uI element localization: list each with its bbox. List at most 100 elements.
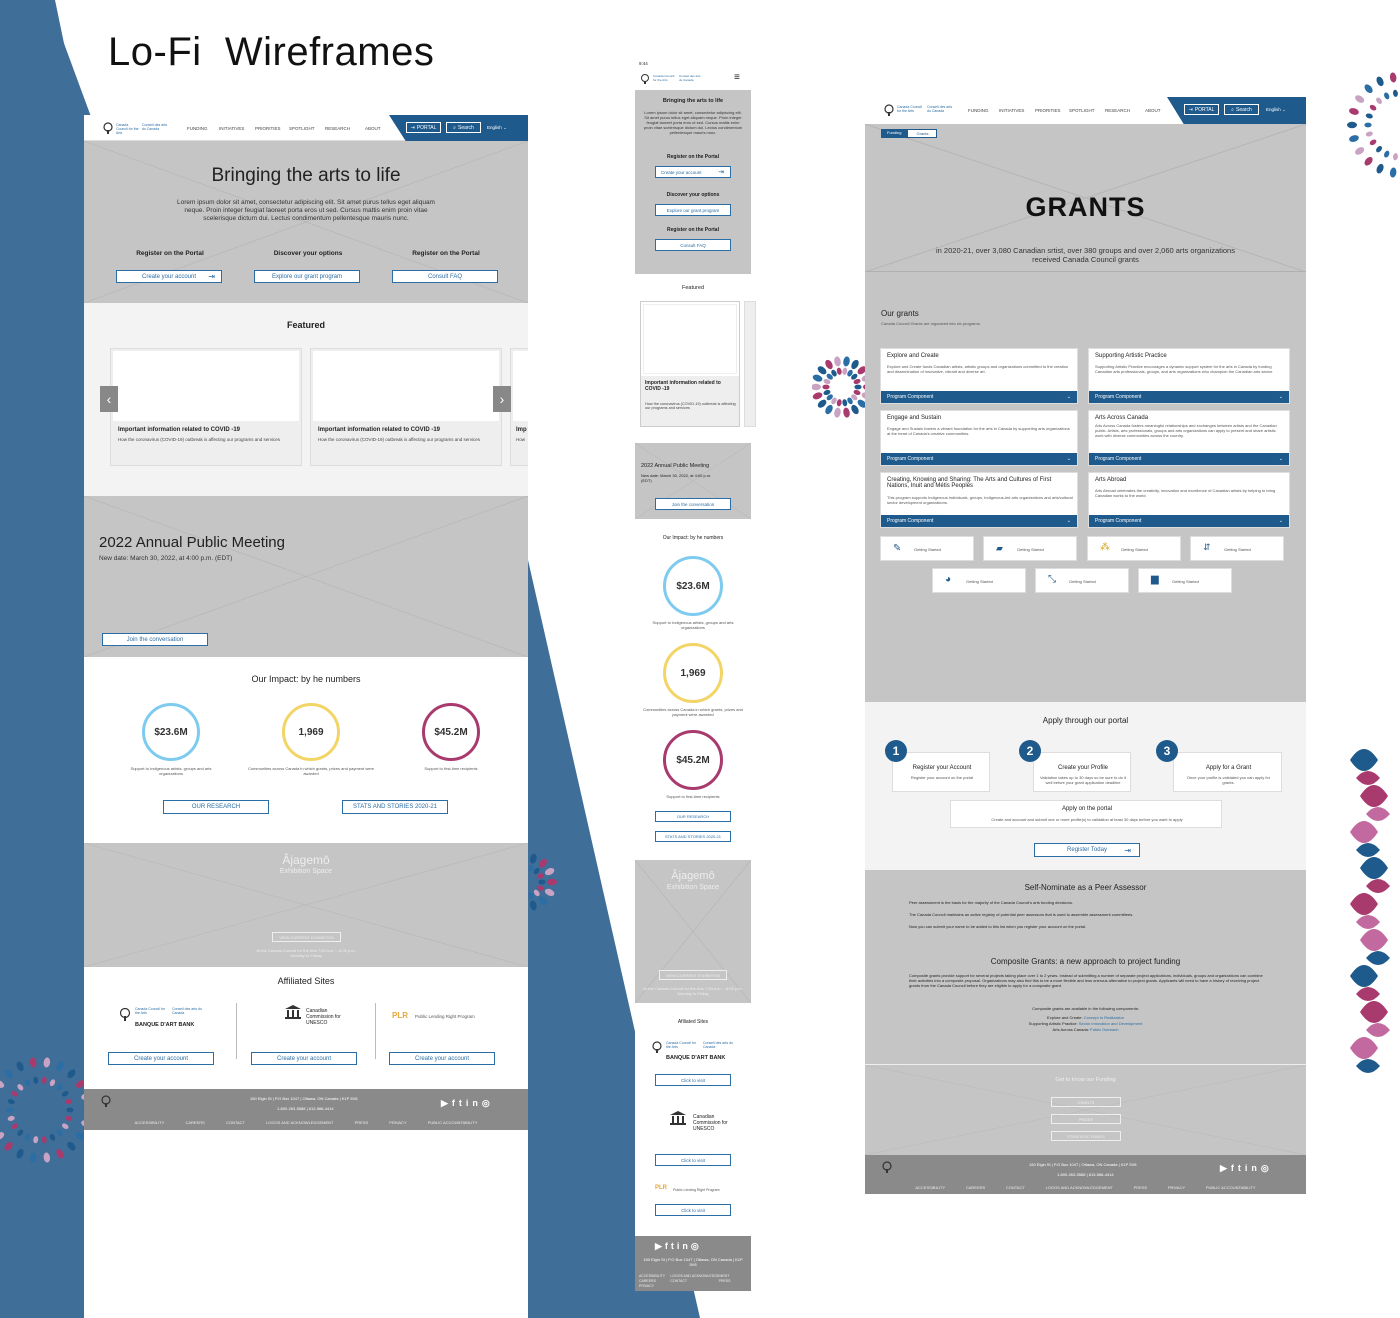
consult-faq-button[interactable]: Consult FAQ bbox=[392, 270, 498, 283]
footer-link[interactable]: PRIVACY bbox=[389, 1120, 406, 1125]
getting-started-tile[interactable]: ✎ Getting Started bbox=[880, 536, 974, 561]
footer-link[interactable]: ACCESSIBILITY bbox=[639, 1274, 667, 1278]
linkedin-icon[interactable]: in bbox=[466, 1098, 482, 1108]
featured-card[interactable]: Important information related to COVID -… bbox=[640, 301, 740, 427]
program-card[interactable]: Arts Abroad Arts Abroad celebrates the c… bbox=[1088, 472, 1290, 528]
hamburger-menu-icon[interactable]: ≡ bbox=[734, 72, 740, 83]
breadcrumb-item[interactable]: Funding bbox=[881, 129, 908, 138]
register-today-button[interactable]: Register Today ⇥ bbox=[1034, 843, 1140, 857]
composite-link[interactable]: Concept to Realization bbox=[1084, 1015, 1124, 1020]
footer-link[interactable]: LOGOS AND ACKNOWLEDGEMENT bbox=[670, 1274, 747, 1278]
portal-button[interactable]: ⇥ PORTAL bbox=[1184, 104, 1219, 115]
program-component-dropdown[interactable]: Program Component ⌄ bbox=[1089, 515, 1289, 527]
program-card[interactable]: Arts Across Canada Arts Across Canada fo… bbox=[1088, 410, 1290, 466]
getting-started-tile[interactable]: ◕ Getting Started bbox=[932, 568, 1026, 593]
create-account-button[interactable]: Create your account ⇥ bbox=[116, 270, 222, 283]
getting-started-tile[interactable]: ▆ Getting Started bbox=[1138, 568, 1232, 593]
breadcrumb-item[interactable]: Grants bbox=[907, 129, 938, 138]
getting-started-tile[interactable]: ⤡ Getting Started bbox=[1035, 568, 1129, 593]
program-component-dropdown[interactable]: Program Component ⌄ bbox=[1089, 453, 1289, 465]
program-card[interactable]: Engage and Sustain Engage and Sustain fo… bbox=[880, 410, 1078, 466]
our-research-button[interactable]: OUR RESEARCH bbox=[655, 811, 731, 822]
carousel-prev-button[interactable]: ‹ bbox=[100, 386, 118, 412]
portal-button[interactable]: ⇥ PORTAL bbox=[406, 122, 441, 133]
footer-link[interactable]: CONTACT bbox=[670, 1279, 715, 1283]
composite-link[interactable]: Public Outreach bbox=[1090, 1027, 1118, 1032]
footer-link[interactable]: PRESS bbox=[1134, 1185, 1148, 1190]
nav-spotlight[interactable]: SPOTLIGHT bbox=[289, 126, 315, 131]
facebook-icon[interactable]: f bbox=[1231, 1163, 1238, 1173]
explore-grant-button[interactable]: Explore our grant program bbox=[254, 270, 360, 283]
featured-card[interactable]: Imp How bbox=[510, 348, 528, 466]
visit-button[interactable]: Click to visit bbox=[655, 1154, 731, 1166]
affiliated-button[interactable]: Create your account bbox=[251, 1052, 357, 1065]
instagram-icon[interactable]: ◎ bbox=[691, 1241, 702, 1251]
facebook-icon[interactable]: f bbox=[452, 1098, 459, 1108]
youtube-icon[interactable]: ▶ bbox=[1220, 1163, 1231, 1173]
getting-started-tile[interactable]: ▰ Getting Started bbox=[983, 536, 1077, 561]
footer-link[interactable]: CAREERS bbox=[966, 1185, 985, 1190]
stats-stories-button[interactable]: STATS AND STORIES 2020-21 bbox=[655, 831, 731, 842]
getting-started-tile[interactable]: ⁂ Getting Started bbox=[1087, 536, 1181, 561]
nav-priorities[interactable]: PRIORITIES bbox=[255, 126, 281, 131]
footer-link[interactable]: PUBLIC ACCOUNTABILITY bbox=[1206, 1185, 1256, 1190]
program-card[interactable]: Supporting Artistic Practice Supporting … bbox=[1088, 348, 1290, 404]
program-component-dropdown[interactable]: Program Component ⌄ bbox=[881, 453, 1077, 465]
nav-about[interactable]: ABOUT bbox=[1145, 108, 1161, 113]
know-prizes-button[interactable]: PRIZES bbox=[1051, 1114, 1121, 1124]
carousel-next-button[interactable]: › bbox=[493, 386, 511, 412]
footer-link[interactable]: CONTACT bbox=[1006, 1185, 1025, 1190]
program-card[interactable]: Explore and Create Explore and Create fu… bbox=[880, 348, 1078, 404]
social-icons[interactable]: ▶ftin◎ bbox=[441, 1098, 494, 1109]
program-component-dropdown[interactable]: Program Component ⌄ bbox=[881, 515, 1077, 527]
twitter-icon[interactable]: t bbox=[1238, 1163, 1245, 1173]
twitter-icon[interactable]: t bbox=[459, 1098, 466, 1108]
explore-grant-button[interactable]: Explore our grant program bbox=[655, 204, 731, 216]
nav-initiatives[interactable]: INITIATIVES bbox=[999, 108, 1024, 113]
footer-link[interactable]: CAREERS bbox=[185, 1120, 204, 1125]
youtube-icon[interactable]: ▶ bbox=[441, 1098, 452, 1108]
view-exhibition-button[interactable]: VIEW CURRENT EXHIBITION bbox=[659, 970, 727, 980]
footer-link[interactable]: PRIVACY bbox=[1168, 1185, 1185, 1190]
nav-initiatives[interactable]: INITIATIVES bbox=[219, 126, 244, 131]
footer-link[interactable]: PRESS bbox=[355, 1120, 369, 1125]
footer-link[interactable]: CONTACT bbox=[226, 1120, 245, 1125]
footer-link[interactable]: PUBLIC ACCOUNTABILITY bbox=[428, 1120, 478, 1125]
affiliated-button[interactable]: Create your account bbox=[108, 1052, 214, 1065]
know-grants-button[interactable]: GRANTS bbox=[1051, 1097, 1121, 1107]
view-exhibition-button[interactable]: VIEW CURRENT EXHIBITION bbox=[272, 932, 341, 942]
create-account-button[interactable]: Create your account ⇥ bbox=[655, 166, 731, 178]
nav-funding[interactable]: FUNDING bbox=[968, 108, 989, 113]
search-button[interactable]: ⌕ Search bbox=[1224, 104, 1259, 115]
social-icons[interactable]: ▶ftin◎ bbox=[1220, 1163, 1273, 1174]
search-button[interactable]: ⌕ Search bbox=[446, 122, 481, 133]
composite-link[interactable]: Sector Innovation and Development bbox=[1079, 1021, 1143, 1026]
footer-link[interactable]: ACCESSIBILITY bbox=[915, 1185, 945, 1190]
getting-started-tile[interactable]: ⇵ Getting Started bbox=[1190, 536, 1284, 561]
footer-link[interactable]: CAREERS bbox=[639, 1279, 667, 1283]
instagram-icon[interactable]: ◎ bbox=[482, 1098, 494, 1108]
nav-research[interactable]: RESEARCH bbox=[325, 126, 350, 131]
footer-link[interactable]: PRIVACY bbox=[639, 1284, 667, 1288]
nav-priorities[interactable]: PRIORITIES bbox=[1035, 108, 1061, 113]
nav-spotlight[interactable]: SPOTLIGHT bbox=[1069, 108, 1095, 113]
program-component-dropdown[interactable]: Program Component ⌄ bbox=[1089, 391, 1289, 403]
program-component-dropdown[interactable]: Program Component ⌄ bbox=[881, 391, 1077, 403]
footer-link[interactable]: PRESS bbox=[719, 1279, 747, 1283]
youtube-icon[interactable]: ▶ bbox=[655, 1241, 665, 1251]
instagram-icon[interactable]: ◎ bbox=[1261, 1163, 1273, 1173]
logo[interactable]: Canada Council for the Arts Conseil des … bbox=[102, 122, 172, 136]
language-select[interactable]: English ⌄ bbox=[487, 125, 507, 131]
consult-faq-button[interactable]: Consult FAQ bbox=[655, 239, 731, 251]
featured-card[interactable] bbox=[744, 301, 756, 427]
visit-button[interactable]: Click to visit bbox=[655, 1074, 731, 1086]
know-strategic-button[interactable]: STRATEGIC FUNDS bbox=[1051, 1131, 1121, 1141]
linkedin-icon[interactable]: in bbox=[677, 1241, 691, 1251]
program-card[interactable]: Creating, Knowing and Sharing: The Arts … bbox=[880, 472, 1078, 528]
stats-stories-button[interactable]: STATS AND STORIES 2020-21 bbox=[342, 800, 448, 814]
footer-link[interactable]: LOGOS AND ACKNOWLEDGEMENT bbox=[266, 1120, 333, 1125]
language-select[interactable]: English ⌄ bbox=[1266, 107, 1286, 113]
nav-research[interactable]: RESEARCH bbox=[1105, 108, 1130, 113]
footer-link[interactable]: ACCESSIBILITY bbox=[135, 1120, 165, 1125]
our-research-button[interactable]: OUR RESEARCH bbox=[163, 800, 269, 814]
